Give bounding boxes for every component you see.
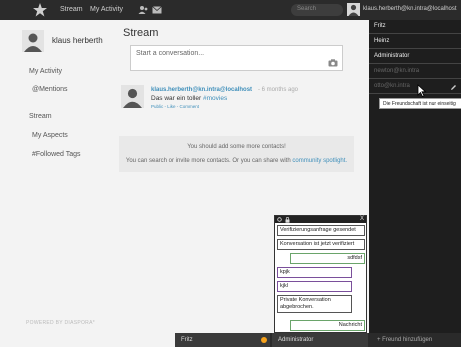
publisher-placeholder: Start a conversation... (136, 50, 205, 57)
unread-indicator-icon (261, 337, 267, 343)
dock-tab-fritz[interactable]: Fritz (175, 333, 270, 347)
diaspora-logo-icon[interactable] (32, 2, 48, 18)
edit-icon[interactable] (450, 84, 457, 91)
post-tag-link[interactable]: #movies (203, 95, 227, 102)
chat-window: X Verifizierungsanfrage gesendet Konvers… (274, 215, 367, 333)
chat-message: kjkl (277, 281, 352, 292)
post-body: Das war ein toller #movies (151, 95, 227, 102)
profile-avatar[interactable] (22, 30, 44, 52)
mouse-pointer-icon (417, 84, 427, 97)
nav-my-activity-link[interactable]: My Activity (90, 6, 123, 13)
dock-tab-administrator[interactable]: Administrator (272, 333, 368, 347)
page-title: Stream (123, 27, 159, 39)
left-sidebar: klaus herberth My Activity @Mentions Str… (0, 20, 117, 347)
sidebar-item-mentions[interactable]: @Mentions (32, 86, 68, 93)
chat-dock: Fritz Administrator + Freund hinzufügen (175, 333, 461, 347)
sidebar-item-stream[interactable]: Stream (29, 113, 52, 120)
chat-close-button[interactable]: X (360, 216, 364, 223)
roster-contact[interactable]: Administrator (369, 50, 461, 64)
powered-by-footer[interactable]: POWERED BY DIASPORA* (26, 320, 95, 326)
camera-icon[interactable] (328, 59, 338, 67)
publisher-input[interactable]: Start a conversation... (130, 45, 343, 71)
mail-icon[interactable] (152, 6, 162, 14)
roster-tooltip: Die Freundschaft ist nur einseitig (379, 98, 461, 109)
add-contacts-notice: You should add some more contacts! You c… (119, 136, 354, 172)
chat-message: sdfdsf (290, 253, 365, 264)
top-header: Stream My Activity Search klaus.herberth… (0, 0, 461, 20)
post-author-link[interactable]: klaus.herberth@kn.intra@localhost (151, 87, 252, 93)
lock-icon[interactable] (285, 216, 290, 223)
add-friend-button[interactable]: + Freund hinzufügen (371, 333, 438, 347)
chat-settings-icon[interactable] (277, 217, 282, 222)
post-author-avatar[interactable] (121, 85, 144, 108)
user-avatar[interactable] (347, 3, 360, 16)
nav-stream-link[interactable]: Stream (60, 6, 83, 13)
roster-contact[interactable]: otto@kn.intra (369, 80, 461, 94)
user-menu-label[interactable]: klaus.herberth@kn.intra@localhost (363, 6, 457, 12)
search-input[interactable]: Search (291, 4, 343, 16)
chat-message: Konversation ist jetzt verifiziert (277, 239, 365, 250)
sidebar-item-my-aspects[interactable]: My Aspects (32, 132, 68, 139)
roster-contact[interactable]: Heinz (369, 35, 461, 49)
sidebar-item-followed-tags[interactable]: #Followed Tags (32, 151, 81, 158)
chat-message-input[interactable]: Nachricht (290, 320, 365, 331)
chat-message: kpjk (277, 267, 352, 278)
contacts-icon[interactable] (138, 5, 148, 15)
notice-text: You can search or invite more contacts. … (125, 158, 293, 164)
post-actions[interactable]: Public - Like - Comment (151, 104, 199, 109)
sidebar-item-my-activity[interactable]: My Activity (29, 68, 62, 75)
chat-roster: Fritz Heinz Administrator newton@kn.intr… (369, 20, 461, 333)
profile-name[interactable]: klaus herberth (52, 36, 103, 45)
community-spotlight-link[interactable]: community spotlight. (292, 158, 347, 164)
chat-message: Private Konversation abgebrochen. (277, 295, 352, 313)
notice-heading: You should add some more contacts! (187, 144, 286, 150)
chat-message: Verifizierungsanfrage gesendet (277, 225, 365, 236)
post-text: Das war ein toller (151, 95, 204, 102)
roster-contact[interactable]: Fritz (369, 20, 461, 34)
roster-contact[interactable]: newton@kn.intra (369, 65, 461, 79)
post-timestamp[interactable]: - 6 months ago (258, 87, 298, 93)
notice-body: You can search or invite more contacts. … (119, 158, 354, 164)
chat-window-header: X (275, 216, 366, 223)
